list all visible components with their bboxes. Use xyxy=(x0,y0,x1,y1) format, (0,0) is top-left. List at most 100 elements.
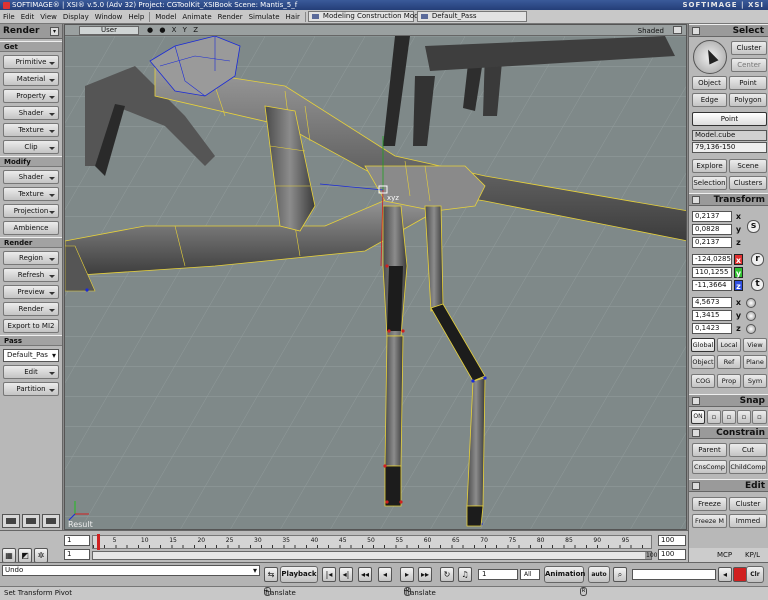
snap-options-icon[interactable]: ▫ xyxy=(752,410,767,424)
modify-shader-button[interactable]: Shader xyxy=(3,170,59,184)
local-ref-button[interactable]: Local xyxy=(717,338,741,352)
snap-curves-icon[interactable]: ▫ xyxy=(722,410,736,424)
scale-x-toggle[interactable]: x xyxy=(734,211,743,222)
settings-gear-icon[interactable]: ✲ xyxy=(34,548,48,563)
render-refresh-button[interactable]: Refresh xyxy=(3,268,59,282)
layout-four-icon[interactable] xyxy=(22,514,40,528)
select-polygon-button[interactable]: Polygon xyxy=(729,93,767,107)
menu-simulate[interactable]: Simulate xyxy=(246,13,283,21)
edit-cluster-button[interactable]: Cluster xyxy=(729,497,767,511)
range-start-field[interactable]: 1 xyxy=(64,549,90,560)
translate-z-field[interactable]: 0,1423 xyxy=(692,323,732,334)
modify-projection-button[interactable]: Projection xyxy=(3,204,59,218)
modify-ambience-button[interactable]: Ambience xyxy=(3,221,59,235)
snap-on-toggle[interactable]: ON xyxy=(691,410,705,424)
object-ref-button[interactable]: Object xyxy=(691,355,715,369)
select-point-button[interactable]: Point xyxy=(729,76,767,90)
translate-y-knob[interactable] xyxy=(746,311,756,321)
scale-y-toggle[interactable]: y xyxy=(734,224,743,235)
translate-x-toggle[interactable]: x xyxy=(734,297,743,308)
first-frame-icon[interactable]: |◂ xyxy=(322,567,336,582)
mantis-model-view[interactable]: xyz xyxy=(65,36,687,530)
selection-name-field[interactable]: Model.cube xyxy=(692,130,767,141)
cut-button[interactable]: Cut xyxy=(729,443,767,457)
snap-menu-icon[interactable] xyxy=(692,397,700,405)
current-frame-field[interactable]: 1 xyxy=(478,569,518,580)
toolbar-header[interactable]: Render ▾ xyxy=(0,24,62,39)
layout-icon[interactable]: ▦ xyxy=(2,548,16,563)
global-ref-button[interactable]: Global xyxy=(691,338,715,352)
layout-horizontal-icon[interactable] xyxy=(42,514,60,528)
scene-button[interactable]: Scene xyxy=(729,159,767,173)
select-cluster-button[interactable]: Cluster xyxy=(731,41,767,55)
render-preview-button[interactable]: Preview xyxy=(3,285,59,299)
key-search-icon[interactable]: ⌕ xyxy=(613,567,627,582)
get-property-button[interactable]: Property xyxy=(3,89,59,103)
get-clip-button[interactable]: Clip xyxy=(3,140,59,154)
range-end-field[interactable]: 100 xyxy=(658,549,686,560)
construction-mode-combo[interactable]: Modeling Construction Mode xyxy=(307,11,423,22)
explorer-icon[interactable]: ◩ xyxy=(18,548,32,563)
transform-menu-icon[interactable] xyxy=(692,196,700,204)
get-primitive-button[interactable]: Primitive xyxy=(3,55,59,69)
view-ref-button[interactable]: View xyxy=(743,338,767,352)
rotate-y-field[interactable]: 110,1255 xyxy=(692,267,732,278)
timeline-end-field[interactable]: 100 xyxy=(658,535,686,546)
play-forward-icon[interactable]: ▸ xyxy=(400,567,414,582)
snap-grid-icon[interactable]: ▫ xyxy=(737,410,751,424)
cnscomp-button[interactable]: CnsComp xyxy=(692,460,727,474)
playback-all-field[interactable]: All xyxy=(520,569,540,580)
plane-ref-button[interactable]: Plane xyxy=(743,355,767,369)
pass-partition-button[interactable]: Partition xyxy=(3,382,59,396)
rotate-y-toggle[interactable]: y xyxy=(734,267,743,278)
menu-window[interactable]: Window xyxy=(92,13,126,21)
select-menu-icon[interactable] xyxy=(692,27,700,35)
kpl-tab[interactable]: KP/L xyxy=(745,548,760,562)
edit-menu-icon[interactable] xyxy=(692,482,700,490)
sym-button[interactable]: Sym xyxy=(743,374,767,388)
play-backward-icon[interactable]: ◂ xyxy=(378,567,392,582)
clusters-button[interactable]: Clusters xyxy=(729,176,767,190)
render-render-button[interactable]: Render xyxy=(3,302,59,316)
translate-y-toggle[interactable]: y xyxy=(734,310,743,321)
select-object-button[interactable]: Object xyxy=(692,76,727,90)
command-line-input[interactable]: Undo xyxy=(2,565,260,576)
menu-edit[interactable]: Edit xyxy=(18,13,38,21)
layout-single-icon[interactable] xyxy=(2,514,20,528)
set-key-icon[interactable]: ◂ xyxy=(718,567,732,582)
point-mode-button[interactable]: Point xyxy=(692,112,767,126)
camera-menu[interactable]: User xyxy=(79,26,139,35)
pass-combo[interactable]: Default_Pass xyxy=(416,11,527,22)
audio-icon[interactable]: ♫ xyxy=(458,567,472,582)
display-mode-menu[interactable]: Shaded xyxy=(638,26,664,36)
toolbar-menu-icon[interactable]: ▾ xyxy=(50,26,59,36)
translate-z-toggle[interactable]: z xyxy=(734,323,743,334)
keyframe-field[interactable] xyxy=(632,569,716,580)
translate-x-field[interactable]: 4,5673 xyxy=(692,297,732,308)
timeline-cursor[interactable] xyxy=(97,534,100,550)
translate-x-knob[interactable] xyxy=(746,298,756,308)
cog-button[interactable]: COG xyxy=(691,374,715,388)
range-slider[interactable] xyxy=(92,551,652,560)
range-slider-thumb[interactable] xyxy=(93,552,645,559)
timeline-ruler[interactable]: 5 10 15 20 25 30 35 40 45 50 55 60 65 70 75 80 85 90 95 xyxy=(92,534,652,550)
animation-button[interactable]: Animation xyxy=(544,566,585,583)
rotate-z-field[interactable]: -11,3664 xyxy=(692,280,732,291)
select-center-button[interactable]: Center xyxy=(731,58,767,72)
select-edge-button[interactable]: Edge xyxy=(692,93,727,107)
translate-y-field[interactable]: 1,3415 xyxy=(692,310,732,321)
menu-view[interactable]: View xyxy=(37,13,60,21)
freeze-m-button[interactable]: Freeze M xyxy=(692,514,727,528)
loop-icon[interactable]: ↻ xyxy=(440,567,454,582)
selection-ids-field[interactable]: 79,136-150 xyxy=(692,142,767,153)
auto-key-toggle[interactable]: auto xyxy=(588,566,610,583)
constrain-menu-icon[interactable] xyxy=(692,429,700,437)
export-mi2-button[interactable]: Export to MI2 xyxy=(3,319,59,333)
prop-button[interactable]: Prop xyxy=(717,374,741,388)
mcp-tab[interactable]: MCP xyxy=(717,548,732,562)
parent-button[interactable]: Parent xyxy=(692,443,727,457)
get-texture-button[interactable]: Texture xyxy=(3,123,59,137)
previous-key-icon[interactable]: ◂| xyxy=(339,567,353,582)
translate-tool-icon[interactable]: t xyxy=(751,278,764,291)
freeze-button[interactable]: Freeze xyxy=(692,497,727,511)
